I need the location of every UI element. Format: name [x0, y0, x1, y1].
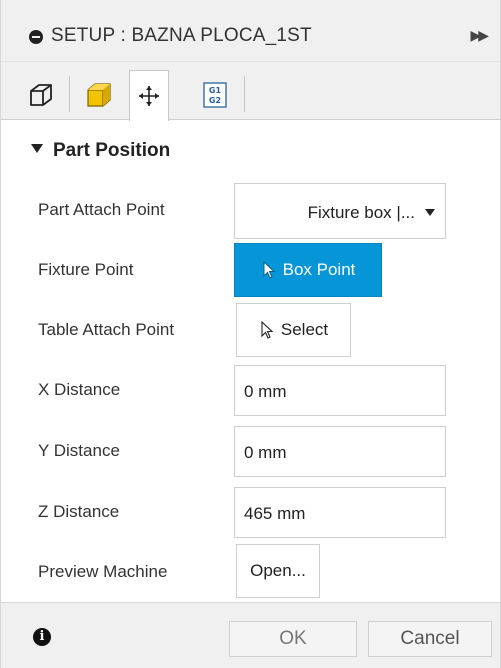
tab-position[interactable]	[129, 70, 169, 121]
table-attach-point-select-button[interactable]: Select	[236, 303, 351, 357]
part-attach-point-label: Part Attach Point	[38, 200, 165, 219]
setup-dialog: SETUP : BAZNA PLOCA_1ST ▶▶ G1 G2 Part Po…	[0, 0, 501, 668]
part-attach-point-dropdown[interactable]: Fixture box |...	[234, 183, 446, 239]
table-attach-point-button-label: Select	[280, 320, 329, 339]
z-distance-value: 465 mm	[244, 504, 306, 523]
table-attach-point-label: Table Attach Point	[38, 320, 175, 339]
x-distance-label: X Distance	[38, 380, 121, 399]
dialog-footer: i OK Cancel	[1, 602, 500, 668]
z-distance-input[interactable]: 465 mm	[234, 487, 446, 538]
preview-machine-open-button[interactable]: Open...	[236, 544, 320, 598]
x-distance-value: 0 mm	[244, 382, 287, 401]
preview-machine-label: Preview Machine	[38, 562, 168, 581]
move-arrows-icon	[139, 86, 159, 106]
setup-box-outline-icon	[30, 84, 52, 106]
tab-setup[interactable]	[21, 70, 61, 120]
z-distance-label: Z Distance	[38, 502, 120, 521]
fixture-point-button-label: Box Point	[282, 260, 356, 279]
y-distance-label: Y Distance	[38, 441, 120, 460]
collapse-triangle-icon	[31, 144, 43, 153]
ok-button[interactable]: OK	[229, 621, 357, 657]
cursor-arrow-icon	[261, 320, 274, 339]
info-icon[interactable]: i	[33, 628, 51, 646]
g1-g2-code-icon: G1 G2	[203, 82, 227, 108]
svg-text:G1: G1	[209, 86, 222, 95]
svg-text:G2: G2	[209, 96, 221, 105]
title-bar: SETUP : BAZNA PLOCA_1ST ▶▶	[1, 0, 500, 62]
y-distance-value: 0 mm	[244, 443, 287, 462]
fixture-point-label: Fixture Point	[38, 260, 134, 279]
section-title: Part Position	[53, 140, 171, 161]
tab-stock[interactable]	[79, 70, 119, 120]
cancel-button[interactable]: Cancel	[368, 621, 492, 657]
y-distance-input[interactable]: 0 mm	[234, 426, 446, 477]
section-part-position[interactable]: Part Position	[31, 140, 170, 162]
x-distance-input[interactable]: 0 mm	[234, 365, 446, 416]
collapse-dialog-icon[interactable]	[29, 30, 43, 44]
part-attach-point-value: Fixture box |...	[307, 203, 415, 222]
tab-post-process[interactable]: G1 G2	[195, 70, 235, 120]
tab-strip: G1 G2	[1, 62, 500, 121]
chevron-down-icon	[425, 209, 435, 216]
cursor-arrow-icon	[263, 260, 275, 279]
double-chevron-right-icon[interactable]: ▶▶	[470, 27, 488, 44]
fixture-point-button[interactable]: Box Point	[234, 243, 382, 297]
dialog-title: SETUP : BAZNA PLOCA_1ST	[51, 25, 312, 46]
stock-box-yellow-icon	[87, 83, 111, 107]
